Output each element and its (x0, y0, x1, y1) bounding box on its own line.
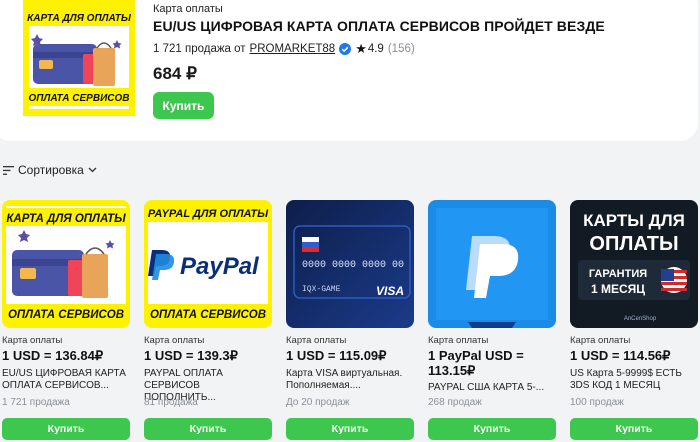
product-image[interactable]: КАРТЫ ДЛЯ ОПЛАТЫ ГАРАНТИЯ 1 МЕСЯЦ AnCenS… (570, 200, 698, 328)
featured-buy-button[interactable]: Купить (153, 92, 214, 119)
svg-text:PayPal: PayPal (180, 253, 260, 280)
buy-button[interactable]: Купить (286, 418, 414, 440)
product-category: Карта оплаты (286, 335, 347, 346)
buy-button[interactable]: Купить (2, 418, 130, 440)
product-category: Карта оплаты (570, 335, 631, 346)
featured-meta: 1 721 продажа от PROMARKET88 ★ 4.9 (156) (153, 41, 415, 57)
sort-icon (3, 165, 14, 175)
featured-sales: 1 721 продажа от (153, 43, 246, 55)
product-image[interactable]: PAYPAL ДЛЯ ОПЛАТЫ ОПЛАТА СЕРВИСОВ PayPal (144, 200, 272, 328)
buy-button[interactable]: Купить (144, 418, 272, 440)
svg-text:ОПЛАТЫ: ОПЛАТЫ (589, 233, 678, 255)
product-category: Карта оплаты (2, 335, 63, 346)
product-price: 1 USD = 114.56₽ (570, 348, 671, 363)
product-sales: 268 продаж (428, 397, 482, 408)
product-description[interactable]: US Карта 5-9999$ ЕСТЬ 3DS КОД 1 МЕСЯЦ (570, 368, 698, 392)
featured-reviews[interactable]: (156) (388, 43, 415, 55)
seller-link[interactable]: PROMARKET88 (250, 43, 336, 55)
svg-text:ОПЛАТА СЕРВИСОВ: ОПЛАТА СЕРВИСОВ (8, 309, 124, 321)
product-sales: До 20 продаж (286, 397, 350, 408)
chevron-down-icon (88, 167, 97, 173)
star-icon: ★ (355, 41, 367, 56)
featured-title[interactable]: EU/US ЦИФРОВАЯ КАРТА ОПЛАТА СЕРВИСОВ ПРО… (153, 18, 605, 34)
image-bottom-text: ОПЛАТА СЕРВИСОВ (29, 93, 130, 104)
svg-text:0000 0000 0000 00: 0000 0000 0000 00 (302, 260, 404, 271)
image-top-text: КАРТА ДЛЯ ОПЛАТЫ (27, 13, 132, 24)
product-description[interactable]: Карта VISA виртуальная. Пополняемая.... (286, 368, 414, 392)
featured-category: Карта оплаты (153, 3, 223, 15)
product-image[interactable]: КАРТА ДЛЯ ОПЛАТЫ ОПЛАТА СЕРВИСОВ (2, 200, 130, 328)
verified-icon (339, 43, 352, 55)
product-image[interactable]: 0000 0000 0000 00 IQX-GAME VISA (286, 200, 414, 328)
product-price: 1 USD = 115.09₽ (286, 348, 387, 363)
product-price: 1 USD = 136.84₽ (2, 348, 104, 363)
svg-text:ГАРАНТИЯ: ГАРАНТИЯ (589, 268, 647, 280)
buy-button[interactable]: Купить (570, 418, 698, 440)
sort-label: Сортировка (18, 163, 84, 177)
svg-text:1 МЕСЯЦ: 1 МЕСЯЦ (591, 282, 645, 296)
product-sales: 81 продажа (144, 397, 198, 408)
product-category: Карта оплаты (428, 335, 489, 346)
buy-button[interactable]: Купить (428, 418, 556, 440)
svg-text:VISA: VISA (376, 284, 404, 298)
product-sales: 1 721 продажа (2, 397, 70, 408)
svg-text:PAYPAL ДЛЯ ОПЛАТЫ: PAYPAL ДЛЯ ОПЛАТЫ (148, 208, 269, 220)
product-description[interactable]: PAYPAL США КАРТА 5-... (428, 382, 556, 394)
product-price: 1 PayPal USD = 113.15₽ (428, 348, 524, 378)
svg-text:ОПЛАТА СЕРВИСОВ: ОПЛАТА СЕРВИСОВ (150, 309, 266, 321)
product-image[interactable] (428, 200, 556, 328)
svg-text:КАРТА ДЛЯ ОПЛАТЫ: КАРТА ДЛЯ ОПЛАТЫ (6, 213, 126, 225)
featured-rating: 4.9 (367, 43, 384, 55)
svg-text:AnCenShop: AnCenShop (624, 316, 657, 322)
product-description[interactable]: EU/US ЦИФРОВАЯ КАРТА ОПЛАТА СЕРВИСОВ... (2, 368, 130, 392)
svg-text:IQX-GAME: IQX-GAME (302, 285, 341, 294)
product-price: 1 USD = 139.3₽ (144, 348, 238, 363)
svg-text:КАРТЫ ДЛЯ: КАРТЫ ДЛЯ (583, 211, 685, 230)
featured-price: 684 ₽ (153, 64, 197, 83)
product-category: Карта оплаты (144, 335, 205, 346)
featured-product-image[interactable]: КАРТА ДЛЯ ОПЛАТЫ ОПЛАТА СЕРВИСОВ (23, 0, 135, 116)
sort-dropdown[interactable]: Сортировка (3, 163, 97, 177)
product-sales: 100 продаж (570, 397, 624, 408)
